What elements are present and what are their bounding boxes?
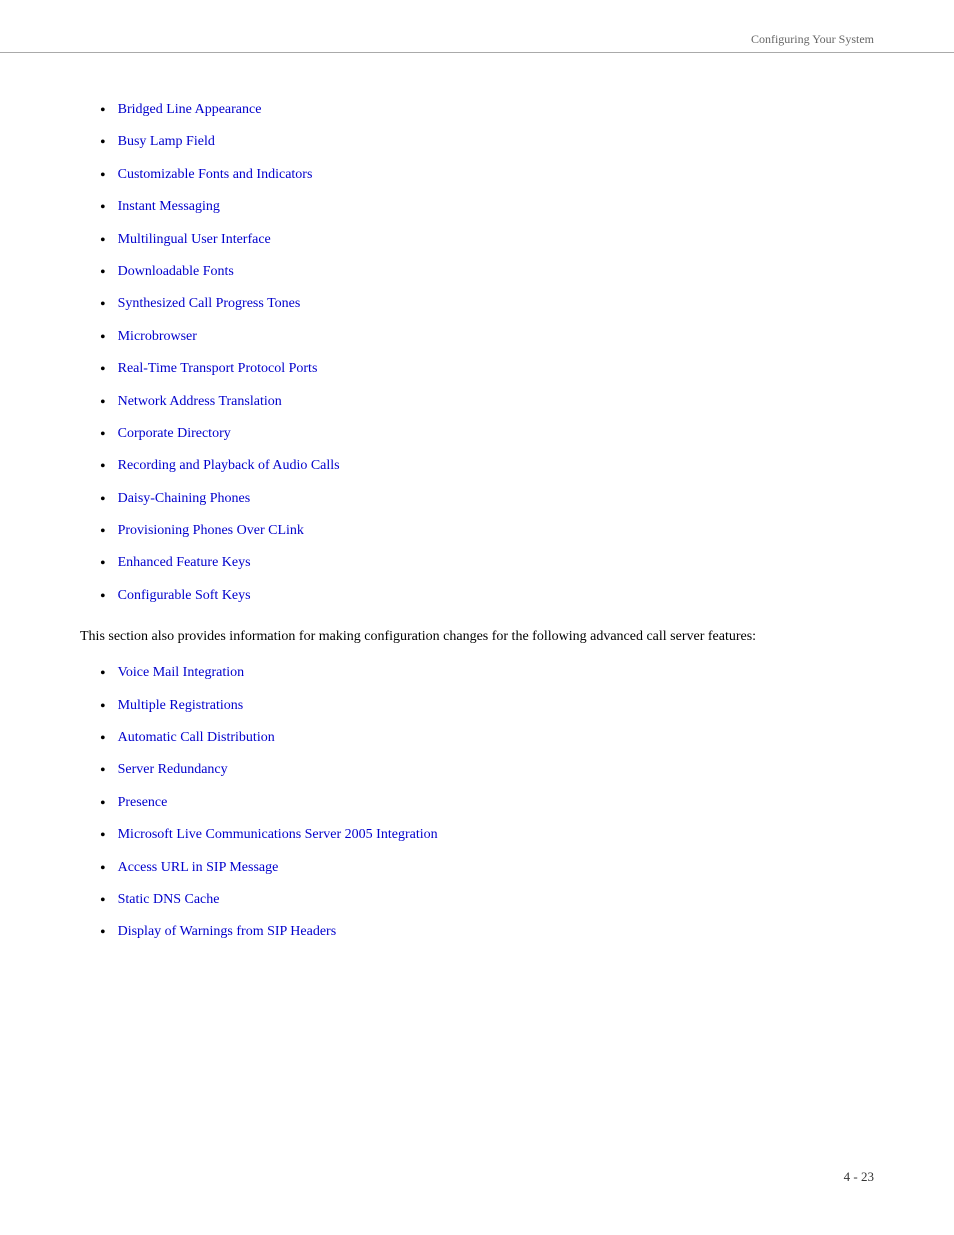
bullet-icon: • — [100, 793, 106, 815]
header-line — [0, 52, 954, 53]
bullet-icon: • — [100, 327, 106, 349]
bullet-icon: • — [100, 890, 106, 912]
list-item: • Network Address Translation — [80, 392, 874, 414]
list-item: • Multiple Registrations — [80, 696, 874, 718]
feature-link[interactable]: Configurable Soft Keys — [118, 586, 251, 606]
advanced-feature-link[interactable]: Presence — [118, 793, 168, 813]
bullet-icon: • — [100, 728, 106, 750]
list-item: • Synthesized Call Progress Tones — [80, 294, 874, 316]
list-item: • Access URL in SIP Message — [80, 858, 874, 880]
feature-link[interactable]: Enhanced Feature Keys — [118, 553, 251, 573]
advanced-feature-link[interactable]: Voice Mail Integration — [118, 663, 245, 683]
list-item: • Provisioning Phones Over CLink — [80, 521, 874, 543]
bullet-icon: • — [100, 100, 106, 122]
feature-link[interactable]: Customizable Fonts and Indicators — [118, 165, 313, 185]
bullet-icon: • — [100, 922, 106, 944]
list-item: • Daisy-Chaining Phones — [80, 489, 874, 511]
bullet-icon: • — [100, 696, 106, 718]
list-item: • Downloadable Fonts — [80, 262, 874, 284]
advanced-feature-link[interactable]: Multiple Registrations — [118, 696, 244, 716]
feature-link[interactable]: Downloadable Fonts — [118, 262, 234, 282]
list-item: • Voice Mail Integration — [80, 663, 874, 685]
bullet-icon: • — [100, 424, 106, 446]
list-item: • Bridged Line Appearance — [80, 100, 874, 122]
page-container: Configuring Your System • Bridged Line Ap… — [0, 0, 954, 1235]
feature-link[interactable]: Corporate Directory — [118, 424, 231, 444]
paragraph-text: This section also provides information f… — [80, 626, 874, 647]
page-number: 4 - 23 — [844, 1169, 874, 1185]
list-item: • Static DNS Cache — [80, 890, 874, 912]
list-item: • Automatic Call Distribution — [80, 728, 874, 750]
feature-link[interactable]: Recording and Playback of Audio Calls — [118, 456, 340, 476]
feature-link[interactable]: Multilingual User Interface — [118, 230, 271, 250]
feature-link[interactable]: Busy Lamp Field — [118, 132, 215, 152]
list-advanced-features: • Voice Mail Integration • Multiple Registr… — [80, 663, 874, 945]
list-item: • Real-Time Transport Protocol Ports — [80, 359, 874, 381]
feature-link[interactable]: Real-Time Transport Protocol Ports — [118, 359, 318, 379]
feature-link[interactable]: Synthesized Call Progress Tones — [118, 294, 301, 314]
list-item: • Microsoft Live Communications Server 20… — [80, 825, 874, 847]
advanced-feature-link[interactable]: Static DNS Cache — [118, 890, 220, 910]
bullet-icon: • — [100, 825, 106, 847]
list-item: • Busy Lamp Field — [80, 132, 874, 154]
content-area: • Bridged Line Appearance • Busy Lamp Field… — [80, 100, 874, 945]
bullet-icon: • — [100, 663, 106, 685]
advanced-feature-link[interactable]: Access URL in SIP Message — [118, 858, 279, 878]
bullet-icon: • — [100, 553, 106, 575]
bullet-icon: • — [100, 456, 106, 478]
feature-link[interactable]: Daisy-Chaining Phones — [118, 489, 251, 509]
feature-link[interactable]: Bridged Line Appearance — [118, 100, 262, 120]
bullet-icon: • — [100, 858, 106, 880]
bullet-icon: • — [100, 489, 106, 511]
bullet-icon: • — [100, 230, 106, 252]
list-item: • Customizable Fonts and Indicators — [80, 165, 874, 187]
feature-link[interactable]: Instant Messaging — [118, 197, 220, 217]
bullet-icon: • — [100, 197, 106, 219]
feature-link[interactable]: Microbrowser — [118, 327, 197, 347]
list-item: • Multilingual User Interface — [80, 230, 874, 252]
advanced-feature-link[interactable]: Server Redundancy — [118, 760, 228, 780]
bullet-icon: • — [100, 586, 106, 608]
bullet-icon: • — [100, 521, 106, 543]
advanced-feature-link[interactable]: Automatic Call Distribution — [118, 728, 275, 748]
list-item: • Enhanced Feature Keys — [80, 553, 874, 575]
list-features: • Bridged Line Appearance • Busy Lamp Field… — [80, 100, 874, 608]
header-text: Configuring Your System — [751, 32, 874, 47]
bullet-icon: • — [100, 294, 106, 316]
list-item: • Presence — [80, 793, 874, 815]
list-item: • Recording and Playback of Audio Calls — [80, 456, 874, 478]
list-item: • Microbrowser — [80, 327, 874, 349]
feature-link[interactable]: Provisioning Phones Over CLink — [118, 521, 304, 541]
bullet-icon: • — [100, 760, 106, 782]
list-item: • Server Redundancy — [80, 760, 874, 782]
bullet-icon: • — [100, 262, 106, 284]
list-item: • Corporate Directory — [80, 424, 874, 446]
bullet-icon: • — [100, 359, 106, 381]
list-item: • Instant Messaging — [80, 197, 874, 219]
list-item: • Configurable Soft Keys — [80, 586, 874, 608]
advanced-feature-link[interactable]: Display of Warnings from SIP Headers — [118, 922, 337, 942]
feature-link[interactable]: Network Address Translation — [118, 392, 282, 412]
bullet-icon: • — [100, 165, 106, 187]
advanced-feature-link[interactable]: Microsoft Live Communications Server 200… — [118, 825, 438, 845]
bullet-icon: • — [100, 132, 106, 154]
list-item: • Display of Warnings from SIP Headers — [80, 922, 874, 944]
bullet-icon: • — [100, 392, 106, 414]
